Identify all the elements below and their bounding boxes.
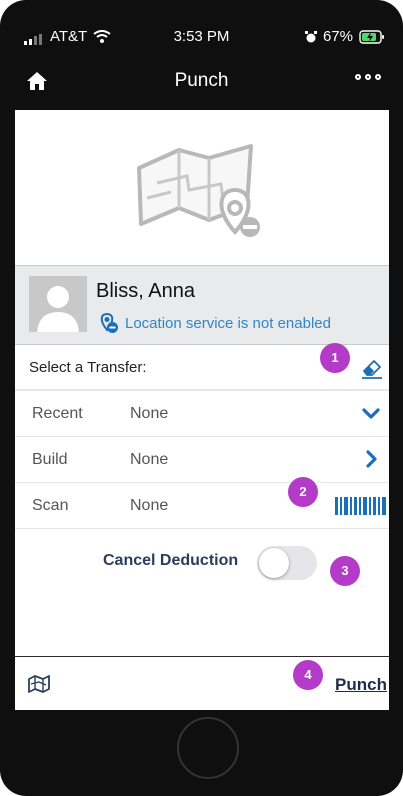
user-name: Bliss, Anna (96, 280, 195, 302)
battery-percent: 67% (322, 28, 353, 45)
phone-frame: AT&T 3:53 PM 67% Punch Bliss, Anna Locat… (0, 0, 403, 796)
transfer-row-build[interactable]: Build None (15, 437, 389, 483)
home-button[interactable] (177, 717, 239, 779)
location-disabled-icon (100, 312, 118, 333)
row-value: None (130, 451, 169, 468)
location-status[interactable]: Location service is not enabled (97, 312, 331, 334)
chevron-down-icon[interactable] (361, 403, 381, 423)
battery-charging-icon (359, 29, 384, 44)
punch-screen: Bliss, Anna Location service is not enab… (15, 110, 389, 710)
cancel-deduction-toggle[interactable] (257, 546, 317, 580)
map-location-disabled-icon (137, 143, 260, 237)
nav-bar: Punch (0, 58, 403, 110)
row-value: None (130, 497, 169, 514)
transfer-row-scan[interactable]: Scan None (15, 483, 389, 529)
map-icon[interactable] (28, 674, 50, 694)
eraser-icon[interactable] (361, 357, 383, 379)
row-label: Build (32, 451, 68, 468)
barcode-icon[interactable] (335, 495, 389, 517)
alarm-icon (304, 30, 317, 42)
row-label: Scan (32, 497, 69, 514)
row-label: Recent (32, 405, 83, 422)
transfer-row-recent[interactable]: Recent None (15, 391, 389, 437)
punch-button[interactable]: Punch (335, 675, 387, 695)
toggle-knob (259, 548, 289, 578)
location-status-text: Location service is not enabled (125, 314, 331, 332)
status-bar: AT&T 3:53 PM 67% (0, 0, 403, 58)
user-panel: Bliss, Anna Location service is not enab… (15, 265, 389, 345)
footer-bar: Punch (15, 656, 389, 710)
map-placeholder (15, 110, 389, 265)
cancel-deduction-label: Cancel Deduction (103, 552, 239, 569)
annotation-badge-1: 1 (320, 343, 350, 373)
more-dots-icon[interactable] (355, 74, 381, 80)
annotation-badge-4: 4 (293, 660, 323, 690)
chevron-right-icon[interactable] (361, 449, 381, 469)
row-value: None (130, 405, 169, 422)
person-icon (29, 276, 87, 332)
page-title: Punch (174, 70, 229, 91)
transfer-header-label: Select a Transfer: (29, 359, 147, 376)
annotation-badge-3: 3 (330, 556, 360, 586)
annotation-badge-2: 2 (288, 477, 318, 507)
